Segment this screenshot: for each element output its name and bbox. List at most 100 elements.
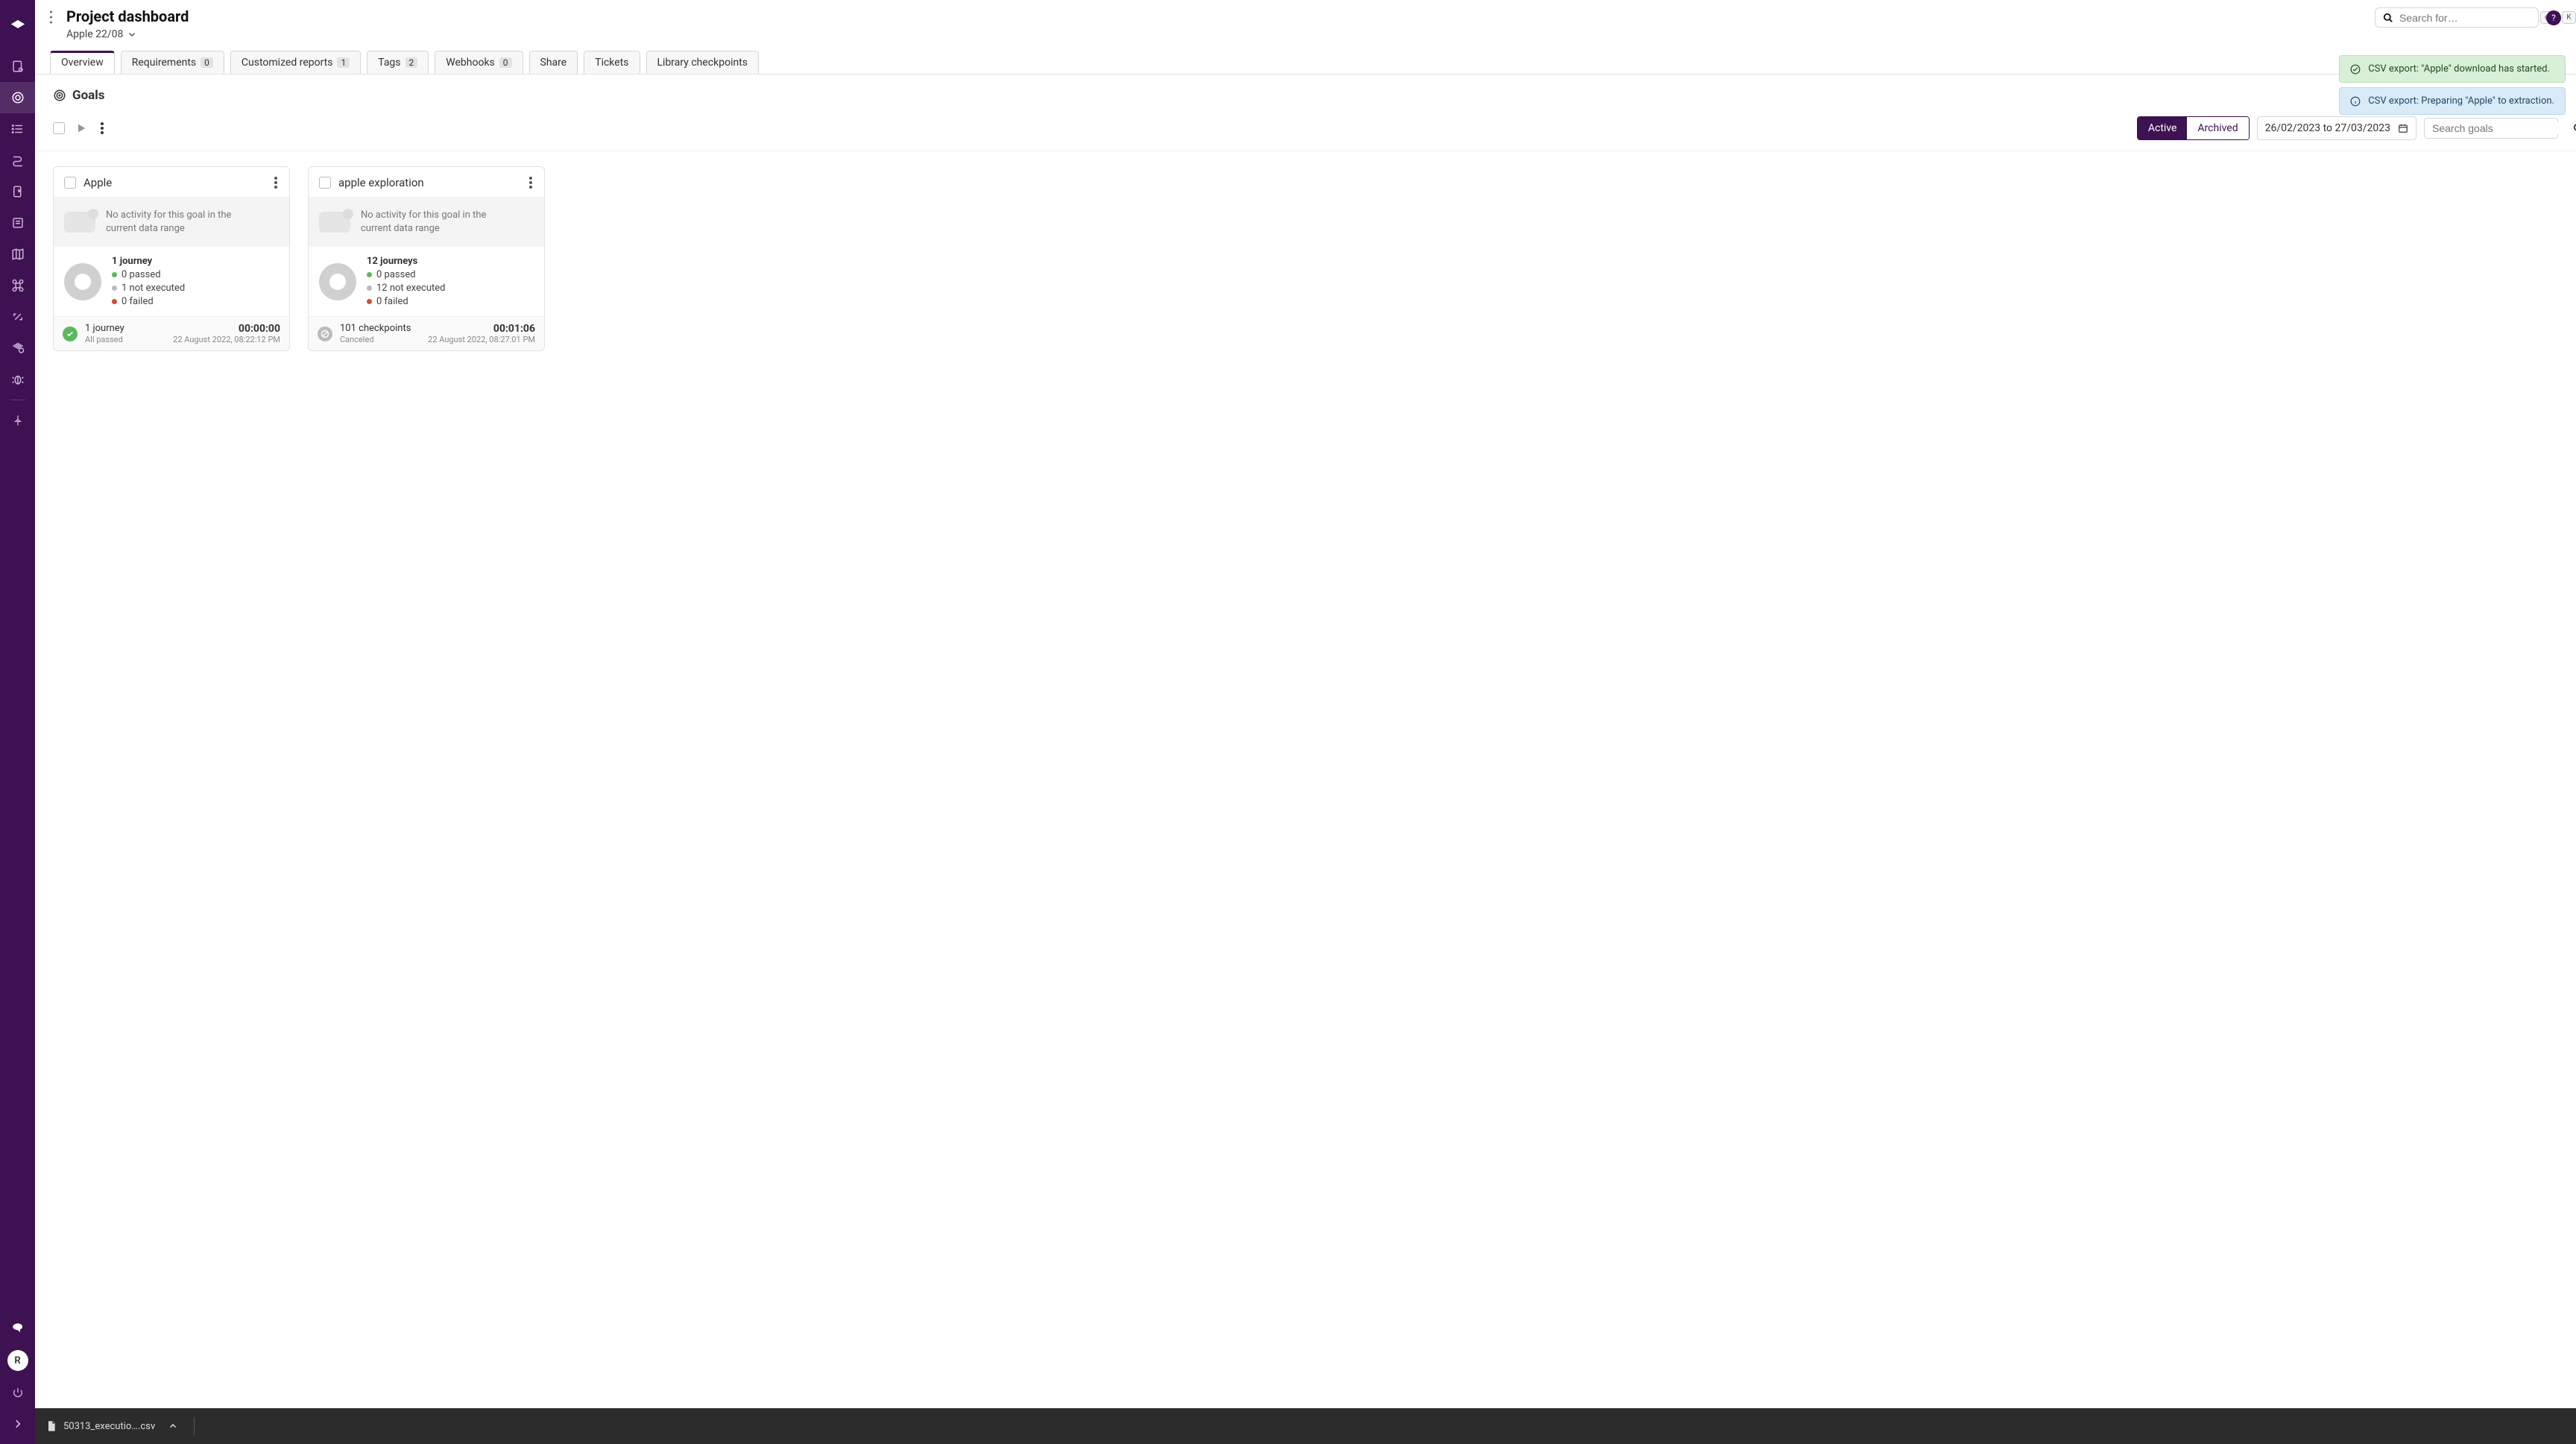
play-button[interactable] xyxy=(72,119,90,137)
tab-requirements[interactable]: Requirements 0 xyxy=(121,51,224,74)
sidebar-item-power[interactable] xyxy=(0,1377,35,1408)
header: Project dashboard Apple 22/08 ctrl xyxy=(35,0,2576,40)
tab-overview[interactable]: Overview xyxy=(50,51,115,74)
toast-text: CSV export: Preparing "Apple" to extract… xyxy=(2368,95,2554,107)
global-search[interactable]: ctrl K xyxy=(2375,7,2539,28)
main: Project dashboard Apple 22/08 ctrl xyxy=(35,0,2576,1444)
tab-share[interactable]: Share xyxy=(529,51,578,74)
segment-archived[interactable]: Archived xyxy=(2187,117,2248,139)
sidebar-item-command[interactable] xyxy=(0,270,35,301)
stat-not-executed: 1 not executed xyxy=(121,283,185,294)
stat-passed: 0 passed xyxy=(121,269,161,280)
tab-count: 2 xyxy=(405,57,418,68)
no-activity-icon xyxy=(319,212,350,233)
foot-time: 00:00:00 xyxy=(173,323,280,335)
tab-label: Customized reports xyxy=(242,57,333,69)
section-header: Goals xyxy=(35,75,2576,110)
status-segmented: Active Archived xyxy=(2137,116,2250,140)
search-icon xyxy=(2573,123,2576,133)
tab-library-checkpoints[interactable]: Library checkpoints xyxy=(646,51,760,74)
sidebar-item-chat[interactable] xyxy=(0,1313,35,1344)
cards-grid: Apple No activity for this goal in the c… xyxy=(35,151,2576,366)
tab-label: Library checkpoints xyxy=(657,57,748,69)
journeys-count: 1 journey xyxy=(112,256,185,267)
stat-failed: 0 failed xyxy=(376,296,408,307)
tab-label: Share xyxy=(540,57,567,69)
no-activity-icon xyxy=(64,212,95,233)
toolbar: Active Archived 26/02/2023 to 27/03/2023 xyxy=(35,113,2576,151)
no-activity-text: No activity for this goal in the current… xyxy=(106,209,255,235)
tab-customized-reports[interactable]: Customized reports 1 xyxy=(230,51,361,74)
sidebar-item-pin[interactable] xyxy=(0,405,35,436)
sidebar-item-card[interactable] xyxy=(0,207,35,239)
segment-active[interactable]: Active xyxy=(2138,117,2188,139)
status-icon-cancel xyxy=(318,327,332,341)
sidebar-item-app1[interactable] xyxy=(0,51,35,82)
no-activity-text: No activity for this goal in the current… xyxy=(361,209,510,235)
foot-line1: 101 checkpoints xyxy=(340,323,420,335)
tab-count: 0 xyxy=(201,57,213,68)
sidebar: R xyxy=(0,0,35,1444)
sidebar-item-map[interactable] xyxy=(0,239,35,270)
sidebar-item-export[interactable] xyxy=(0,176,35,207)
card-menu-button[interactable] xyxy=(529,177,534,189)
card-title[interactable]: Apple xyxy=(83,176,267,189)
card-checkbox[interactable] xyxy=(319,177,331,189)
sidebar-item-integrations[interactable] xyxy=(0,301,35,332)
project-name: Apple 22/08 xyxy=(66,28,123,40)
sidebar-item-list[interactable] xyxy=(0,113,35,145)
sidebar-item-goals[interactable] xyxy=(0,82,35,113)
tab-count: 1 xyxy=(337,57,350,68)
tab-tags[interactable]: Tags 2 xyxy=(367,51,429,74)
date-range-label: 26/02/2023 to 27/03/2023 xyxy=(2265,122,2390,134)
goal-card: Apple No activity for this goal in the c… xyxy=(53,166,290,351)
toast-success[interactable]: CSV export: "Apple" download has started… xyxy=(2339,55,2566,83)
global-search-input[interactable] xyxy=(2399,12,2534,24)
foot-line1: 1 journey xyxy=(85,323,165,335)
chevron-down-icon xyxy=(127,30,136,39)
chevron-up-icon xyxy=(168,1422,177,1431)
status-icon-ok xyxy=(63,327,78,341)
info-circle-icon xyxy=(2350,96,2361,107)
card-menu-button[interactable] xyxy=(274,177,279,189)
avatar[interactable]: R xyxy=(7,1350,28,1371)
tab-count: 0 xyxy=(499,57,512,68)
tab-label: Webhooks xyxy=(446,57,495,69)
download-bar: 50313_executio….csv xyxy=(35,1408,2576,1444)
goal-search-input[interactable] xyxy=(2432,122,2567,134)
app-logo[interactable] xyxy=(7,16,28,37)
card-checkbox[interactable] xyxy=(64,177,76,189)
date-range-picker[interactable]: 26/02/2023 to 27/03/2023 xyxy=(2257,116,2416,140)
stat-not-executed: 12 not executed xyxy=(376,283,445,294)
download-item[interactable]: 50313_executio….csv xyxy=(45,1420,177,1432)
project-selector[interactable]: Apple 22/08 xyxy=(66,28,2367,40)
tab-label: Tags xyxy=(378,57,400,69)
donut-chart xyxy=(319,263,356,300)
sidebar-item-flow[interactable] xyxy=(0,145,35,176)
sidebar-item-settings[interactable] xyxy=(0,332,35,364)
tab-webhooks[interactable]: Webhooks 0 xyxy=(435,51,523,74)
journeys-count: 12 journeys xyxy=(367,256,445,267)
foot-date: 22 August 2022, 08:22:12 PM xyxy=(173,335,280,344)
tab-tickets[interactable]: Tickets xyxy=(584,51,640,74)
select-all-checkbox[interactable] xyxy=(53,122,65,134)
card-title[interactable]: apple exploration xyxy=(338,176,522,189)
sidebar-expand[interactable] xyxy=(0,1408,35,1440)
bulk-menu-button[interactable] xyxy=(98,119,107,137)
tab-label: Overview xyxy=(61,57,104,69)
stat-passed: 0 passed xyxy=(376,269,416,280)
drag-handle-icon[interactable] xyxy=(45,7,59,27)
foot-date: 22 August 2022, 08:27:01 PM xyxy=(428,335,535,344)
goal-search[interactable] xyxy=(2424,118,2558,139)
goal-card: apple exploration No activity for this g… xyxy=(308,166,545,351)
sidebar-item-bug[interactable] xyxy=(0,364,35,395)
help-button[interactable]: ? xyxy=(2546,10,2561,25)
toast-text: CSV export: "Apple" download has started… xyxy=(2368,63,2550,75)
foot-line2: All passed xyxy=(85,335,165,344)
download-divider xyxy=(194,1417,195,1435)
toast-info[interactable]: CSV export: Preparing "Apple" to extract… xyxy=(2339,87,2566,115)
donut-chart xyxy=(64,263,101,300)
tab-label: Requirements xyxy=(132,57,196,69)
kbd-k: K xyxy=(2562,11,2575,24)
download-filename: 50313_executio….csv xyxy=(63,1421,155,1432)
